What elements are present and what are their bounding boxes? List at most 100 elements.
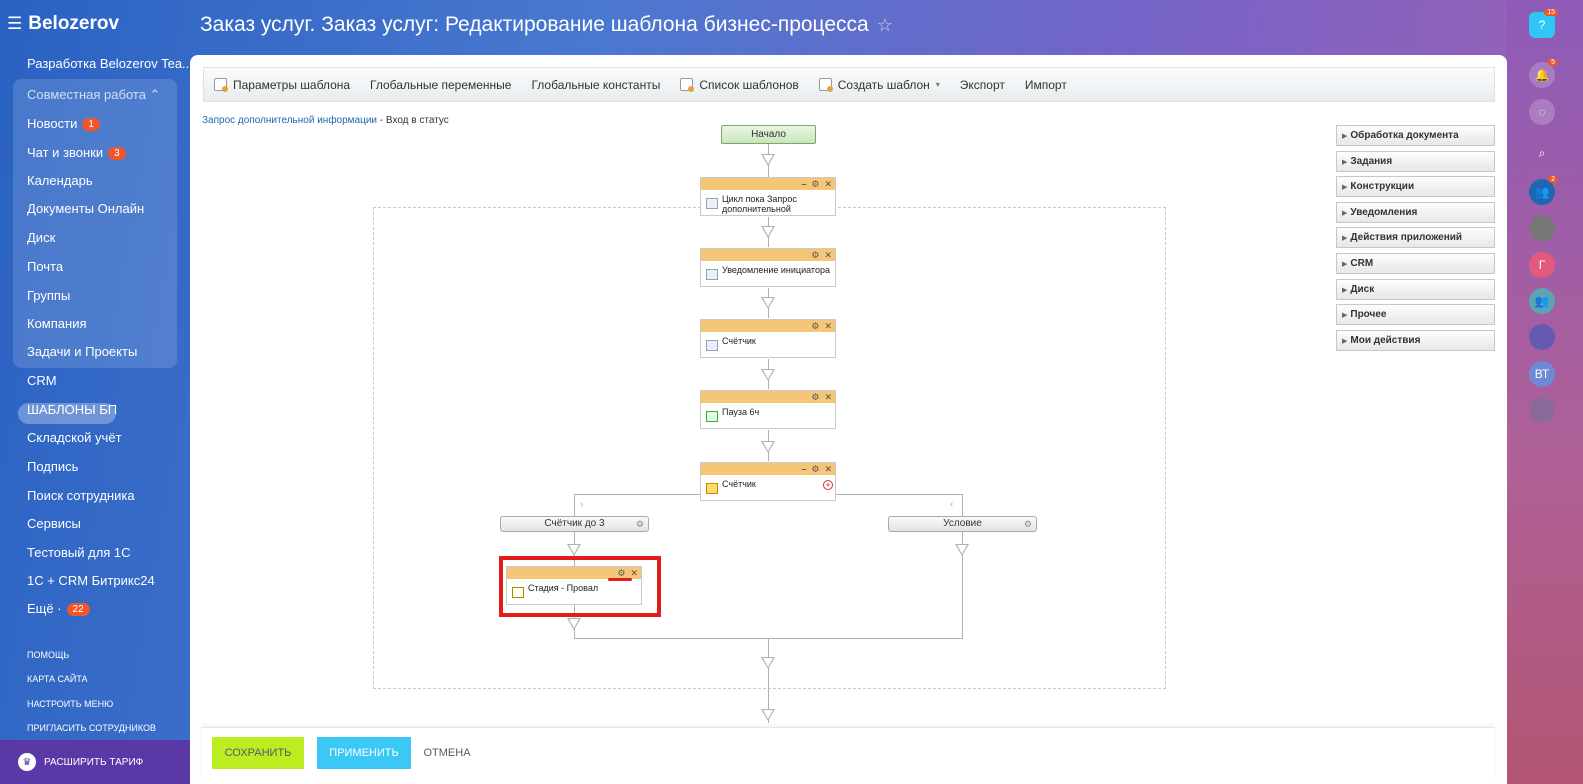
configure-menu-link[interactable]: НАСТРОИТЬ МЕНЮ	[27, 699, 113, 709]
node-body: Уведомление инициатора	[701, 261, 835, 280]
close-icon[interactable]: ✕	[824, 250, 832, 260]
palette-label: Конструкции	[1350, 181, 1415, 193]
palette-app-actions[interactable]: ▶ Действия приложений	[1336, 227, 1495, 249]
star-icon[interactable]: ☆	[877, 15, 893, 35]
gear-icon[interactable]: ⚙	[811, 392, 819, 402]
sidebar-group-label[interactable]: Совместная работа ⌃	[27, 87, 160, 103]
node-header: – ⚙ ✕	[701, 178, 835, 190]
gear-icon[interactable]: ⚙	[811, 464, 819, 474]
expand-icon: ▶	[1342, 312, 1348, 320]
collapse-icon[interactable]: –	[801, 179, 806, 189]
gear-icon[interactable]: ⚙	[1024, 517, 1032, 531]
left-sidebar: ☰ Belozerov Разработка Belozerov Tea... …	[0, 0, 193, 784]
palette-constructs[interactable]: ▶ Конструкции	[1336, 176, 1495, 198]
palette-disk[interactable]: ▶ Диск	[1336, 278, 1495, 300]
arrow-icon	[761, 709, 775, 721]
connector	[574, 494, 575, 516]
help-icon[interactable]: ? 15	[1529, 9, 1558, 38]
palette-my-actions[interactable]: ▶ Мои действия	[1336, 329, 1495, 351]
help-link[interactable]: ПОМОЩЬ	[27, 650, 69, 660]
bell-badge: 5	[1548, 59, 1558, 66]
condition-icon	[706, 483, 718, 494]
sidebar-item-test-1c[interactable]: Тестовый для 1С	[27, 545, 131, 560]
pause-icon	[706, 411, 718, 422]
sidebar-item-crm[interactable]: CRM	[27, 373, 57, 388]
sidebar-item-docs[interactable]: Документы Онлайн	[27, 201, 144, 216]
sidebar-item-more[interactable]: Ещё · 22	[27, 601, 90, 616]
close-icon[interactable]: ✕	[824, 321, 832, 331]
node-header: ⚙ ✕	[701, 249, 835, 261]
save-button[interactable]: СОХРАНИТЬ	[212, 737, 304, 769]
sitemap-link[interactable]: КАРТА САЙТА	[27, 674, 88, 684]
main-panel: Параметры шаблона Глобальные переменные …	[190, 55, 1507, 784]
chat-icon[interactable]: ◌	[1529, 99, 1555, 125]
condition-node[interactable]: – ⚙ ✕ Счётчик +	[700, 462, 836, 501]
sidebar-item-team[interactable]: Разработка Belozerov Tea...	[27, 56, 193, 71]
sidebar-item-employee-search[interactable]: Поиск сотрудника	[27, 488, 135, 503]
palette-label: Прочее	[1350, 309, 1387, 321]
sidebar-item-label: Чат и звонки	[27, 145, 104, 160]
gear-icon[interactable]: ⚙	[811, 179, 819, 189]
notify-initiator-node[interactable]: ⚙ ✕ Уведомление инициатора	[700, 248, 836, 287]
avatar[interactable]	[1529, 215, 1555, 241]
sidebar-item-mail[interactable]: Почта	[27, 259, 63, 274]
close-icon[interactable]: ✕	[824, 392, 832, 402]
add-branch-icon[interactable]: +	[823, 480, 833, 490]
expand-icon: ▶	[1342, 133, 1348, 140]
apply-button[interactable]: ПРИМЕНИТЬ	[317, 737, 411, 769]
sidebar-item-sign[interactable]: Подпись	[27, 459, 78, 474]
sidebar-item-disk[interactable]: Диск	[27, 230, 55, 245]
sidebar-item-news[interactable]: Новости 1	[27, 116, 100, 131]
menu-icon[interactable]: ☰	[7, 14, 22, 34]
upgrade-plan-button[interactable]: ♛ РАСШИРИТЬ ТАРИФ	[0, 740, 190, 784]
avatar[interactable]: Г	[1529, 252, 1555, 278]
pause-node[interactable]: ⚙ ✕ Пауза 6ч	[700, 390, 836, 429]
palette-tasks[interactable]: ▶ Задания	[1336, 150, 1495, 172]
avatar[interactable]: ВТ	[1529, 361, 1555, 387]
bell-icon[interactable]: 🔔 5	[1529, 59, 1558, 88]
gear-icon[interactable]: ⚙	[811, 250, 819, 260]
gear-icon[interactable]: ⚙	[811, 321, 819, 331]
avatar[interactable]	[1529, 324, 1555, 350]
palette-crm[interactable]: ▶ CRM	[1336, 252, 1495, 274]
node-label: Счётчик	[722, 336, 756, 346]
sidebar-item-label: Новости	[27, 116, 78, 131]
palette-label: Уведомления	[1350, 206, 1418, 218]
sidebar-item-services[interactable]: Сервисы	[27, 516, 81, 531]
avatar[interactable]: 👥	[1529, 288, 1555, 314]
cancel-button[interactable]: ОТМЕНА	[417, 737, 477, 769]
sidebar-item-chat[interactable]: Чат и звонки 3	[27, 145, 126, 160]
start-node[interactable]: Начало	[721, 125, 816, 144]
palette-document-processing[interactable]: ▶ Обработка документа	[1336, 125, 1495, 146]
palette-other[interactable]: ▶ Прочее	[1336, 304, 1495, 326]
notification-icon	[706, 269, 718, 280]
close-icon[interactable]: ✕	[824, 464, 832, 474]
sidebar-item-tasks[interactable]: Задачи и Проекты	[27, 344, 137, 359]
palette-notifications[interactable]: ▶ Уведомления	[1336, 201, 1495, 223]
sidebar-item-warehouse[interactable]: Складской учёт	[27, 430, 122, 445]
while-loop-node[interactable]: – ⚙ ✕ Цикл пока Запрос дополнительной	[700, 177, 836, 216]
node-label: Уведомление инициатора	[722, 265, 830, 275]
branch-condition[interactable]: Условие ⚙	[888, 516, 1037, 532]
sidebar-item-calendar[interactable]: Календарь	[27, 173, 93, 188]
sidebar-item-bp-templates[interactable]: ШАБЛОНЫ БП	[27, 402, 117, 417]
group-chat-icon[interactable]: 👥 2	[1529, 176, 1558, 205]
arrow-icon	[761, 154, 775, 166]
gear-icon[interactable]: ⚙	[636, 517, 644, 531]
chat-badge: 3	[108, 147, 126, 160]
sidebar-item-company[interactable]: Компания	[27, 316, 87, 331]
collapse-icon[interactable]: –	[801, 464, 806, 474]
sidebar-item-1c-crm[interactable]: 1С + CRM Битрикс24	[27, 573, 155, 588]
invite-link[interactable]: ПРИГЛАСИТЬ СОТРУДНИКОВ	[27, 723, 156, 733]
counter-node[interactable]: ⚙ ✕ Счётчик	[700, 319, 836, 358]
avatar[interactable]	[1529, 397, 1555, 423]
search-icon[interactable]: ⌕	[1529, 140, 1555, 166]
sidebar-item-label: Ещё ·	[27, 601, 62, 616]
activity-palette: ▶ Обработка документа ▶ Задания ▶ Конструкц…	[1336, 125, 1495, 355]
workflow-canvas[interactable]: › ‹ Начало – ⚙ ✕ Цикл пока Запрос дополнит…	[190, 55, 1507, 784]
logo[interactable]: ☰ Belozerov	[7, 13, 119, 35]
arrow-icon	[761, 657, 775, 669]
sidebar-item-groups[interactable]: Группы	[27, 288, 70, 303]
close-icon[interactable]: ✕	[824, 179, 832, 189]
branch-counter-to-3[interactable]: Счётчик до 3 ⚙	[500, 516, 649, 532]
